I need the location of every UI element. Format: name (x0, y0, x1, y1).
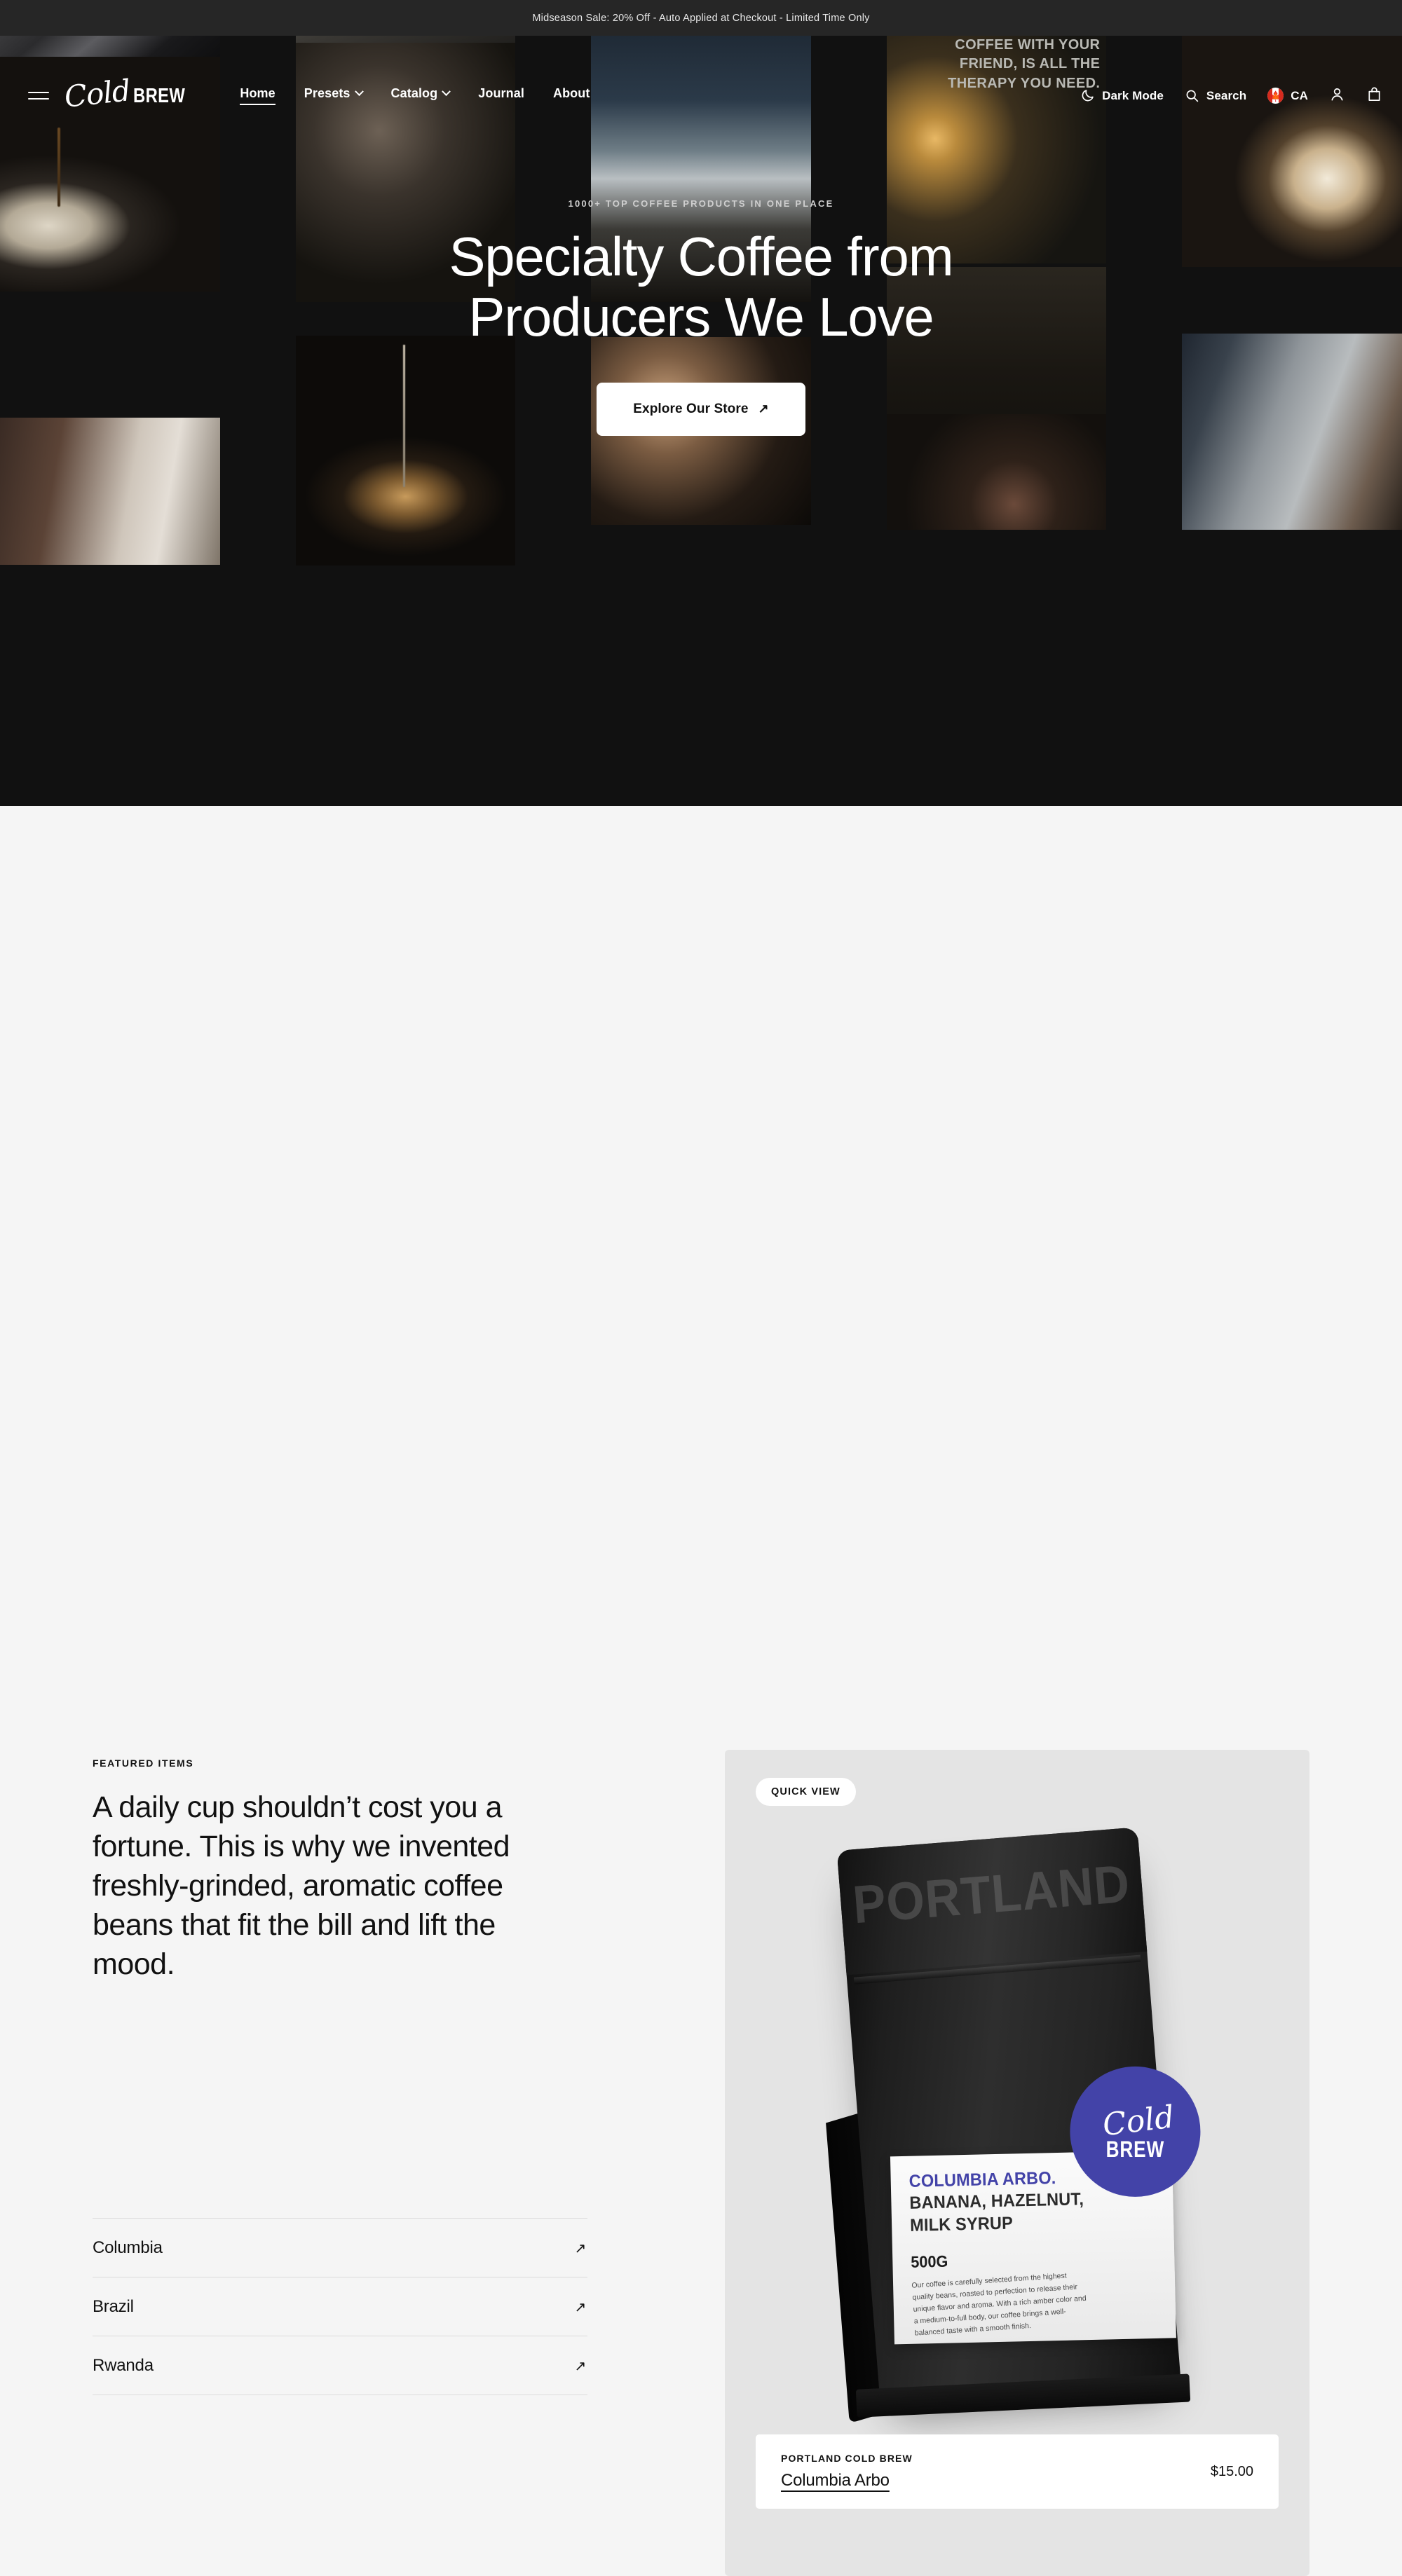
label-weight: 500G (911, 2252, 948, 2271)
badge-block-text: BREW (1105, 2137, 1165, 2163)
product-name-link[interactable]: Columbia Arbo (781, 2471, 913, 2491)
cart-button[interactable] (1366, 86, 1382, 106)
nav-label: Catalog (390, 86, 438, 100)
product-brand: PORTLAND COLD BREW (781, 2453, 913, 2464)
arrow-up-right-icon: ↗ (574, 2358, 586, 2374)
nav-label: Presets (304, 86, 350, 100)
origin-item-rwanda[interactable]: Rwanda ↗ (93, 2336, 587, 2395)
hero-image-hand (0, 418, 220, 565)
featured-kicker: FEATURED ITEMS (93, 1758, 194, 1769)
country-selector[interactable]: 🍁 CA (1267, 88, 1308, 104)
hero-column-2 (295, 36, 516, 806)
hero-column-4: SOMETIMES, HAVING COFFEE WITH YOUR FRIEN… (886, 36, 1107, 806)
featured-copy: FEATURED ITEMS A daily cup shouldn’t cos… (93, 1758, 541, 1984)
hero-image-poster: SOMETIMES, HAVING COFFEE WITH YOUR FRIEN… (886, 36, 1107, 263)
canada-flag-icon: 🍁 (1267, 88, 1284, 104)
label-description: Our coffee is carefully selected from th… (911, 2271, 1087, 2338)
nav-label: Journal (478, 86, 524, 100)
chevron-down-icon (442, 87, 451, 97)
shopping-bag-icon (1368, 87, 1380, 101)
label-notes-line-2: MILK SYRUP (909, 2212, 1014, 2235)
hamburger-line (28, 98, 49, 100)
dark-mode-label: Dark Mode (1102, 88, 1164, 102)
main-navigation: Home Presets Catalog Journal About (240, 86, 590, 105)
search-button[interactable]: Search (1185, 88, 1246, 103)
logo-block-text: BREW (132, 84, 186, 107)
explore-our-store-button[interactable]: Explore Our Store ↗ (597, 382, 805, 436)
announcement-bar: Midseason Sale: 20% Off - Auto Applied a… (0, 0, 1402, 36)
explore-our-store-label: Explore Our Store (633, 401, 749, 416)
nav-item-about[interactable]: About (553, 86, 590, 105)
chevron-down-icon (354, 87, 364, 97)
origin-item-brazil[interactable]: Brazil ↗ (93, 2277, 587, 2336)
country-label: CA (1291, 88, 1308, 102)
coffee-bag-illustration: PORTLAND COLUMBIA ARBO. BANANA, HAZELNUT… (826, 1827, 1201, 2424)
product-text-group: PORTLAND COLD BREW Columbia Arbo (781, 2453, 913, 2491)
search-icon (1186, 90, 1199, 102)
hero-column-5 (1182, 36, 1402, 806)
product-card[interactable]: QUICK VIEW PORTLAND COLUMBIA ARBO. BANAN… (725, 1750, 1309, 2576)
search-label: Search (1206, 88, 1247, 102)
hero-image-iced-coffee (295, 336, 516, 566)
nav-item-catalog[interactable]: Catalog (390, 86, 451, 105)
product-info-bar: PORTLAND COLD BREW Columbia Arbo $15.00 (756, 2434, 1279, 2509)
label-notes-line-1: BANANA, HAZELNUT, (909, 2189, 1084, 2213)
hamburger-icon[interactable] (28, 92, 49, 100)
badge-script-text: Cold (1100, 2099, 1176, 2144)
quick-view-button[interactable]: QUICK VIEW (756, 1778, 856, 1806)
moon-icon (1082, 90, 1094, 102)
hero-image-latte-art (1182, 36, 1402, 267)
logo-script-text: Cold (62, 73, 132, 115)
nav-label: Home (240, 86, 275, 100)
nav-item-journal[interactable]: Journal (478, 86, 524, 105)
announcement-text: Midseason Sale: 20% Off - Auto Applied a… (532, 12, 870, 24)
origin-label: Brazil (93, 2297, 134, 2316)
origin-item-columbia[interactable]: Columbia ↗ (93, 2218, 587, 2277)
product-image: PORTLAND COLUMBIA ARBO. BANANA, HAZELNUT… (725, 1823, 1309, 2439)
site-header: Cold BREW Home Presets Catalog Journal A… (0, 71, 1402, 120)
nav-item-presets[interactable]: Presets (304, 86, 364, 105)
origin-label: Rwanda (93, 2356, 154, 2375)
site-logo[interactable]: Cold BREW (62, 74, 196, 115)
header-actions: Dark Mode Search 🍁 CA (1080, 86, 1382, 106)
hero-image-guest (886, 414, 1107, 530)
featured-items-section: FEATURED ITEMS A daily cup shouldn’t cos… (0, 806, 1402, 2576)
dark-mode-toggle[interactable]: Dark Mode (1080, 88, 1164, 103)
cold-brew-badge: Cold BREW (1070, 2066, 1201, 2197)
hero-section: SOMETIMES, HAVING COFFEE WITH YOUR FRIEN… (0, 36, 1402, 806)
hero-image-person (1182, 334, 1402, 530)
hero-column-1 (0, 36, 220, 806)
product-price: $15.00 (1210, 2463, 1253, 2479)
nav-label: About (552, 86, 590, 100)
origins-list: Columbia ↗ Brazil ↗ Rwanda ↗ (93, 2218, 587, 2395)
account-button[interactable] (1329, 86, 1345, 106)
arrow-up-right-icon: ↗ (574, 2240, 586, 2256)
featured-lede: A daily cup shouldn’t cost you a fortune… (93, 1790, 510, 1981)
arrow-up-right-icon: ↗ (758, 402, 769, 416)
arrow-up-right-icon: ↗ (574, 2299, 586, 2315)
hamburger-line (28, 92, 49, 93)
user-icon (1331, 88, 1343, 101)
nav-item-home[interactable]: Home (240, 86, 276, 105)
origin-label: Columbia (93, 2238, 163, 2257)
